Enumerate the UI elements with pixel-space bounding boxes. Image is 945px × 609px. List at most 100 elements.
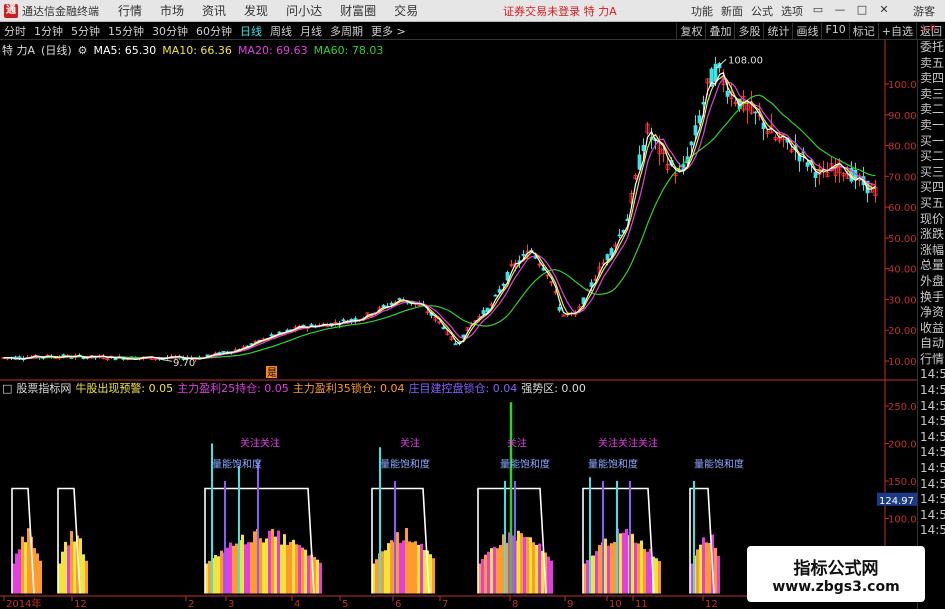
volume-saturation-label: 量能饱和度 [212, 458, 262, 471]
ma10-value: MA10: 66.36 [162, 43, 232, 57]
quote-panel-item[interactable]: 买四 [918, 180, 945, 196]
settings-icon[interactable]: ⚙ [78, 44, 88, 57]
quote-panel-item[interactable]: 买二 [918, 149, 945, 165]
tool-stats[interactable]: 统计 [763, 22, 792, 39]
price-tick-label: 30.00 [888, 295, 917, 306]
close-icon[interactable]: ✕ [873, 3, 895, 19]
candle [309, 324, 314, 327]
quote-panel-item[interactable]: 自动 [918, 336, 945, 352]
tool-add-watchlist[interactable]: +自选 [877, 22, 916, 39]
period-30min[interactable]: 30分钟 [148, 23, 192, 39]
menu-item-news[interactable]: 资讯 [193, 2, 235, 19]
quote-panel-item[interactable]: 14:50 [918, 445, 945, 461]
quote-panel-item[interactable]: 行情 [918, 352, 945, 368]
quote-panel-item[interactable]: 外盘 [918, 274, 945, 290]
chart-period: (日线) [41, 44, 72, 57]
quote-panel-item[interactable]: 卖三 [918, 87, 945, 103]
quote-panel-item[interactable]: 14:50 [918, 414, 945, 430]
period-1min[interactable]: 1分钟 [30, 23, 67, 39]
quote-panel-item[interactable]: 委托 [918, 40, 945, 56]
quote-panel-item[interactable]: 14:50 [918, 383, 945, 399]
indicator-bar [532, 542, 535, 594]
minimize-icon[interactable]: — [829, 3, 851, 19]
quote-panel-item[interactable]: 买五 [918, 196, 945, 212]
quote-panel-item[interactable]: 净资 [918, 305, 945, 321]
quote-panel-item[interactable]: 买三 [918, 165, 945, 181]
indicator-bar [307, 555, 310, 594]
indicator-bar [646, 551, 649, 594]
indicator-bar [414, 541, 417, 594]
maximize-icon[interactable]: □ [851, 3, 873, 19]
tool-draw[interactable]: 画线 [792, 22, 821, 39]
ma60-value: MA60: 78.03 [313, 43, 384, 57]
quote-panel-item[interactable]: 14:50 [918, 492, 945, 508]
period-weekly[interactable]: 周线 [266, 23, 296, 39]
quote-panel-item[interactable]: 总量 [918, 258, 945, 274]
period-more[interactable]: 更多 > [367, 23, 410, 39]
low-pointer [159, 358, 173, 362]
tool-overlay[interactable]: 叠加 [705, 22, 734, 39]
tool-adjust[interactable]: 复权 [676, 22, 705, 39]
menu-item-formula[interactable]: 公式 [747, 3, 777, 19]
menu-item-trade[interactable]: 交易 [385, 2, 427, 19]
quote-panel-item[interactable]: 卖四 [918, 71, 945, 87]
indicator-bar [604, 538, 607, 594]
date-tick-label: 12 [74, 599, 87, 609]
expand-icon[interactable]: □ [2, 382, 12, 395]
quote-panel-item[interactable]: 14:50 [918, 430, 945, 446]
quote-panel-item[interactable]: 涨幅 [918, 243, 945, 259]
indicator-bar [607, 545, 610, 594]
period-monthly[interactable]: 月线 [296, 23, 326, 39]
tool-mark[interactable]: 标记 [848, 22, 878, 39]
indicator-bar [417, 544, 420, 594]
period-60min[interactable]: 60分钟 [192, 23, 236, 39]
candle [453, 343, 458, 346]
quote-panel-item[interactable]: 换手 [918, 290, 945, 306]
period-15min[interactable]: 15分钟 [104, 23, 148, 39]
quote-panel-item[interactable]: 现价 [918, 212, 945, 228]
quote-panel-item[interactable]: 14:50 [918, 508, 945, 524]
indicator-tick-label: 150.00 [888, 477, 917, 488]
tool-multi-stock[interactable]: 多股 [734, 22, 763, 39]
quote-panel-item[interactable]: 卖一 [918, 118, 945, 134]
quote-panel-item[interactable]: 买一 [918, 134, 945, 150]
indicator-bar [535, 544, 538, 594]
quote-panel-item[interactable]: 收益 [918, 321, 945, 337]
quote-panel-item[interactable]: 卖五 [918, 56, 945, 72]
indicator-bar [82, 554, 85, 594]
indicator-name: 股票指标网 [16, 382, 72, 395]
quote-panel-item[interactable]: 14:50 [918, 367, 945, 383]
indicator-bar [613, 542, 616, 594]
candle [557, 306, 562, 311]
indicator-bar [405, 528, 408, 594]
period-intraday[interactable]: 分时 [0, 23, 30, 39]
menu-item-options[interactable]: 选项 [777, 3, 807, 19]
quote-panel-item[interactable]: 卖二 [918, 102, 945, 118]
menu-item-quotes[interactable]: 行情 [109, 2, 151, 19]
menu-item-new-page[interactable]: 新面 [717, 3, 747, 19]
period-multi[interactable]: 多周期 [326, 23, 367, 39]
menu-item-function[interactable]: 功能 [687, 3, 717, 19]
period-5min[interactable]: 5分钟 [67, 23, 104, 39]
tool-f10[interactable]: F10 [821, 22, 848, 39]
menu-item-market[interactable]: 市场 [151, 2, 193, 19]
quote-panel-item[interactable]: 14:50 [918, 399, 945, 415]
indicator-bar [699, 544, 702, 594]
login-status[interactable]: 证券交易未登录 特 力A [503, 3, 617, 19]
volume-saturation-label: 量能饱和度 [588, 458, 638, 471]
menu-item-ask[interactable]: 问小达 [277, 2, 331, 19]
window-mode-icon[interactable]: ▭ [807, 3, 829, 19]
period-daily[interactable]: 日线 [236, 23, 266, 39]
menu-item-wealth[interactable]: 财富圈 [331, 2, 385, 19]
menu-item-discover[interactable]: 发现 [235, 2, 277, 19]
quote-panel-item[interactable]: 14:50 [918, 461, 945, 477]
indicator-bar [298, 545, 301, 594]
quote-panel-item[interactable]: 涨跌 [918, 227, 945, 243]
indicator-bar [283, 534, 286, 594]
signal-position-35: 主力盈利35锁仓: 0.04 [292, 382, 405, 395]
guest-label[interactable]: 游客 [909, 3, 939, 19]
candle [493, 294, 498, 297]
quote-panel-item[interactable]: 14:50 [918, 523, 945, 539]
quote-panel-item[interactable]: 14:50 [918, 477, 945, 493]
kline-chart[interactable]: 100.00 90.00 80.00 70.00 60.00 50.00 40.00 30.0… [0, 40, 917, 609]
